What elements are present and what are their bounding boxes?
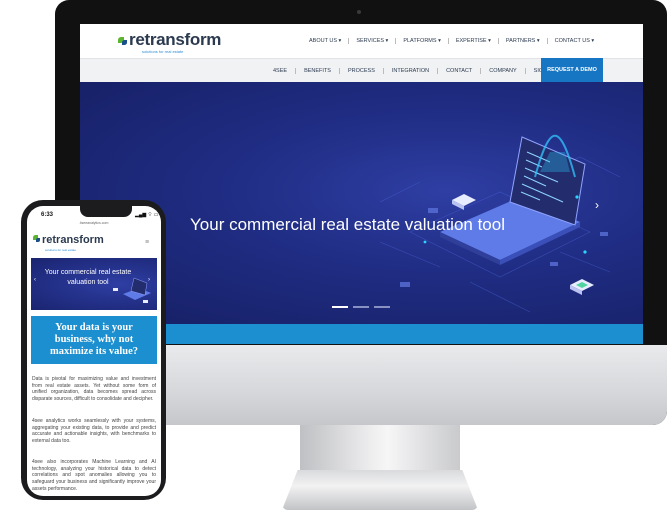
leaf-logo-icon — [118, 35, 128, 47]
logo-wordmark: retransform — [42, 234, 104, 246]
mobile-value-banner: Your data is your business, why not maxi… — [31, 316, 157, 364]
nav-contact-us[interactable]: CONTACT US ▾ — [546, 38, 602, 44]
nav-partners[interactable]: PARTNERS ▾ — [497, 38, 547, 44]
phone-screen: 6:33 ▂▄▆ ⌔ ▭ 4seeanalytics.com retransfo… — [27, 206, 161, 496]
slide-dot-3[interactable] — [374, 306, 390, 308]
mobile-hero-slider: Your commercial real estate valuation to… — [31, 258, 157, 310]
imac-stand-base — [282, 470, 478, 510]
browser-url[interactable]: 4seeanalytics.com — [27, 221, 161, 225]
slide-dot-1[interactable] — [332, 306, 348, 308]
nav-services[interactable]: SERVICES ▾ — [348, 38, 395, 44]
logo-tagline: solutions for real estate — [142, 49, 184, 54]
body-paragraph-1: Data is pivotal for maximizing value and… — [32, 376, 156, 403]
logo-tagline: solutions for real estate — [45, 248, 77, 252]
request-demo-button[interactable]: REQUEST A DEMO — [541, 58, 603, 82]
logo-wordmark: retransform — [129, 30, 222, 49]
subnav-benefits[interactable]: BENEFITS — [295, 68, 339, 74]
slider-dots — [332, 306, 390, 308]
main-nav: ABOUT US ▾ SERVICES ▾ PLATFORMS ▾ EXPERT… — [302, 38, 601, 44]
value-headline: Your data is your business, why not maxi… — [49, 322, 139, 357]
site-logo[interactable]: retransform solutions for real estate — [118, 30, 221, 54]
status-time: 6:33 — [41, 212, 54, 218]
subnav-process[interactable]: PROCESS — [338, 68, 383, 74]
subnav-contact[interactable]: CONTACT — [437, 68, 480, 74]
hero-title: Your commercial real estate valuation to… — [190, 215, 505, 234]
subnav-4see[interactable]: 4SEE — [265, 68, 295, 74]
leaf-logo-icon — [33, 234, 41, 243]
body-paragraph-2: 4see analytics works seamlessly with you… — [32, 418, 156, 445]
nav-expertise[interactable]: EXPERTISE ▾ — [447, 38, 498, 44]
mobile-site-logo[interactable]: retransform solutions for real estate — [33, 230, 104, 252]
subnav-integration[interactable]: INTEGRATION — [382, 68, 437, 74]
hamburger-menu-icon[interactable]: ≡ — [145, 239, 149, 246]
subnav-company[interactable]: COMPANY — [480, 68, 524, 74]
laptop-illustration — [113, 277, 151, 303]
nav-platforms[interactable]: PLATFORMS ▾ — [395, 38, 448, 44]
site-header: retransform solutions for real estate AB… — [80, 24, 643, 58]
nav-about-us[interactable]: ABOUT US ▾ — [302, 38, 348, 44]
status-icons: ▂▄▆ ⌔ ▭ — [135, 212, 159, 218]
body-paragraph-3: 4see also incorporates Machine Learning … — [32, 459, 156, 492]
phone-notch — [80, 206, 132, 217]
imac-stand — [300, 425, 460, 477]
next-slide-arrow-icon[interactable]: › — [595, 198, 599, 212]
device-mockup: retransform solutions for real estate AB… — [0, 0, 667, 512]
slide-dot-2[interactable] — [353, 306, 369, 308]
webcam-icon — [357, 10, 361, 14]
sub-nav: 4SEE BENEFITS PROCESS INTEGRATION CONTAC… — [265, 68, 562, 74]
